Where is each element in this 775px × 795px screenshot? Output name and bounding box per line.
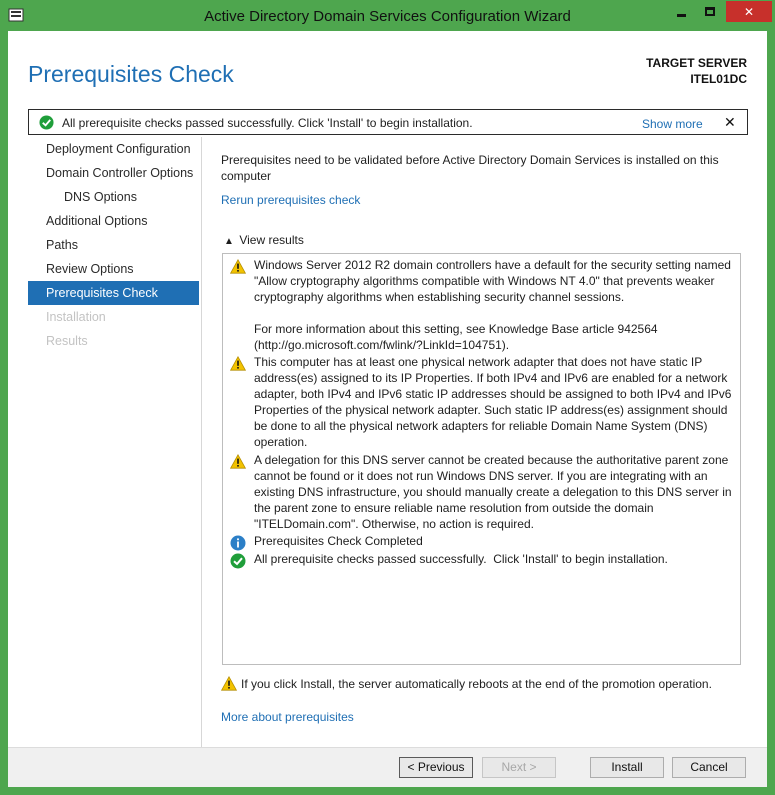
banner-close-icon[interactable]: ✕	[724, 114, 736, 131]
close-icon: ✕	[743, 4, 755, 19]
rerun-prerequisites-link[interactable]: Rerun prerequisites check	[221, 193, 360, 207]
nav-domain-controller-options[interactable]: Domain Controller Options	[28, 161, 199, 185]
intro-text: Prerequisites need to be validated befor…	[221, 153, 719, 183]
previous-button[interactable]: < Previous	[399, 757, 473, 778]
result-item: Windows Server 2012 R2 domain controller…	[223, 258, 740, 353]
banner-message: All prerequisite checks passed successfu…	[62, 116, 473, 130]
title-bar[interactable]: Active Directory Domain Services Configu…	[0, 0, 775, 30]
more-about-prerequisites-link[interactable]: More about prerequisites	[221, 710, 354, 724]
close-window-button[interactable]: ✕	[726, 1, 772, 22]
view-results-label: View results	[239, 233, 304, 247]
status-banner: All prerequisite checks passed successfu…	[28, 109, 748, 135]
result-item: A delegation for this DNS server cannot …	[223, 453, 740, 533]
target-server-label: TARGET SERVER	[646, 56, 747, 70]
nav-divider	[201, 137, 202, 749]
warning-icon	[230, 453, 246, 469]
results-panel[interactable]: Windows Server 2012 R2 domain controller…	[222, 253, 741, 665]
nav-deployment-configuration[interactable]: Deployment Configuration	[28, 137, 199, 161]
window-frame: Active Directory Domain Services Configu…	[0, 0, 775, 795]
target-server-name: ITEL01DC	[690, 72, 747, 86]
nav-prerequisites-check[interactable]: Prerequisites Check	[28, 281, 199, 305]
cancel-button[interactable]: Cancel	[672, 757, 746, 778]
minimize-icon	[676, 14, 686, 17]
window-title: Active Directory Domain Services Configu…	[204, 8, 571, 25]
nav-review-options[interactable]: Review Options	[28, 257, 199, 281]
warning-icon	[221, 676, 237, 691]
nav-installation: Installation	[46, 310, 106, 324]
nav-paths[interactable]: Paths	[28, 233, 199, 257]
view-results-toggle[interactable]: ▲ View results	[224, 233, 304, 247]
result-item: All prerequisite checks passed successfu…	[223, 552, 740, 569]
maximize-icon	[705, 7, 715, 16]
wizard-nav: Deployment Configuration Domain Controll…	[28, 137, 199, 353]
success-check-icon	[230, 553, 246, 569]
next-button: Next >	[482, 757, 556, 778]
result-item: Prerequisites Check Completed	[223, 534, 740, 551]
info-icon	[230, 535, 246, 551]
result-text: A delegation for this DNS server cannot …	[254, 452, 735, 531]
nav-dns-options[interactable]: DNS Options	[28, 185, 199, 209]
warning-icon	[230, 356, 246, 372]
chevron-up-icon: ▲	[224, 236, 234, 247]
result-text: Prerequisites Check Completed	[254, 534, 423, 549]
result-text: Windows Server 2012 R2 domain controller…	[254, 258, 731, 352]
warning-icon	[230, 259, 246, 274]
install-button[interactable]: Install	[590, 757, 664, 778]
nav-additional-options[interactable]: Additional Options	[28, 209, 199, 233]
button-bar: < Previous Next > Install Cancel	[8, 747, 767, 787]
reboot-warning-text: If you click Install, the server automat…	[241, 677, 712, 691]
success-check-icon	[39, 115, 54, 130]
maximize-button[interactable]	[696, 1, 724, 22]
result-text: This computer has at least one physical …	[254, 355, 735, 449]
minimize-button[interactable]	[667, 1, 695, 22]
show-more-link[interactable]: Show more	[642, 117, 703, 131]
result-text: All prerequisite checks passed successfu…	[254, 552, 668, 567]
nav-results: Results	[46, 334, 88, 348]
wizard-client-area: Prerequisites Check TARGET SERVER ITEL01…	[8, 31, 767, 787]
result-item: This computer has at least one physical …	[223, 355, 740, 450]
page-title: Prerequisites Check	[28, 61, 234, 87]
